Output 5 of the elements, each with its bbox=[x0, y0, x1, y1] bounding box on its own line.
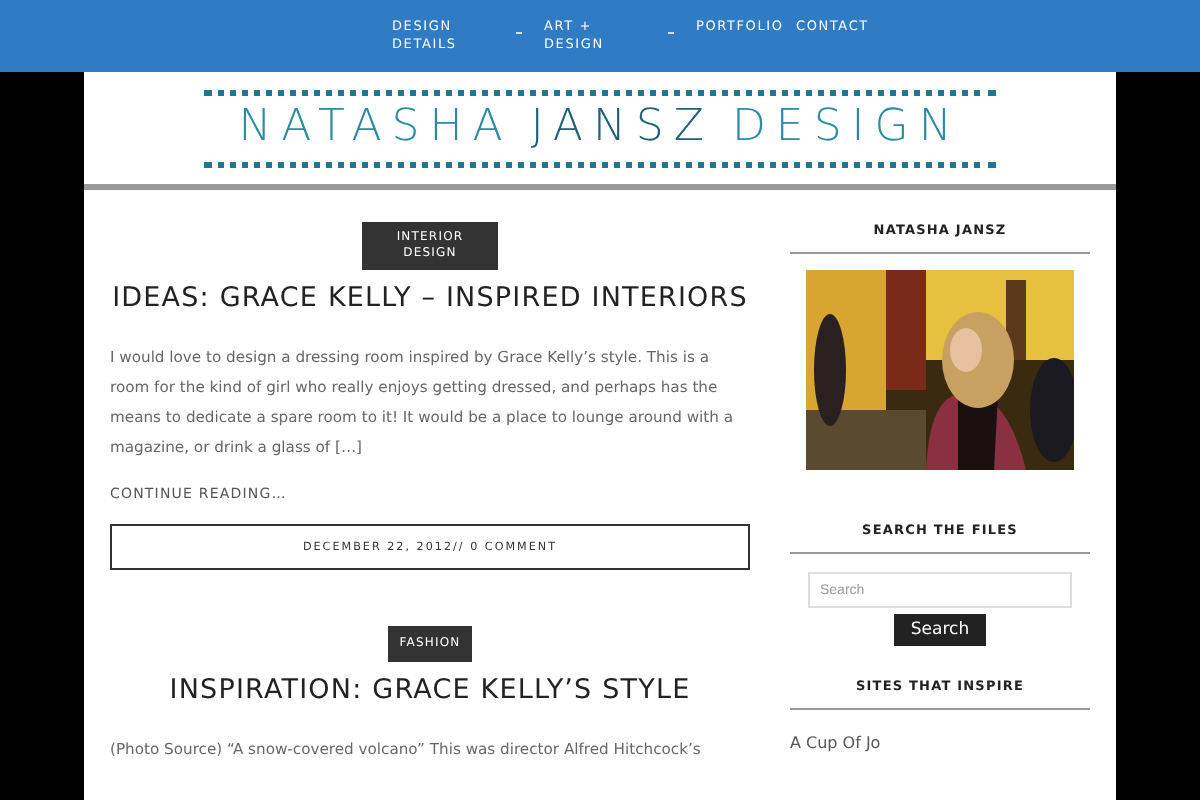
post-title[interactable]: IDEAS: GRACE KELLY – INSPIRED INTERIORS bbox=[112, 282, 748, 314]
post-title[interactable]: INSPIRATION: GRACE KELLY’S STYLE bbox=[169, 674, 691, 706]
site-logo[interactable]: NATASHA JANSZ DESIGN bbox=[204, 89, 996, 167]
sidebar-link[interactable]: A Cup Of Jo bbox=[790, 734, 881, 752]
search-button[interactable]: Search bbox=[894, 614, 986, 646]
